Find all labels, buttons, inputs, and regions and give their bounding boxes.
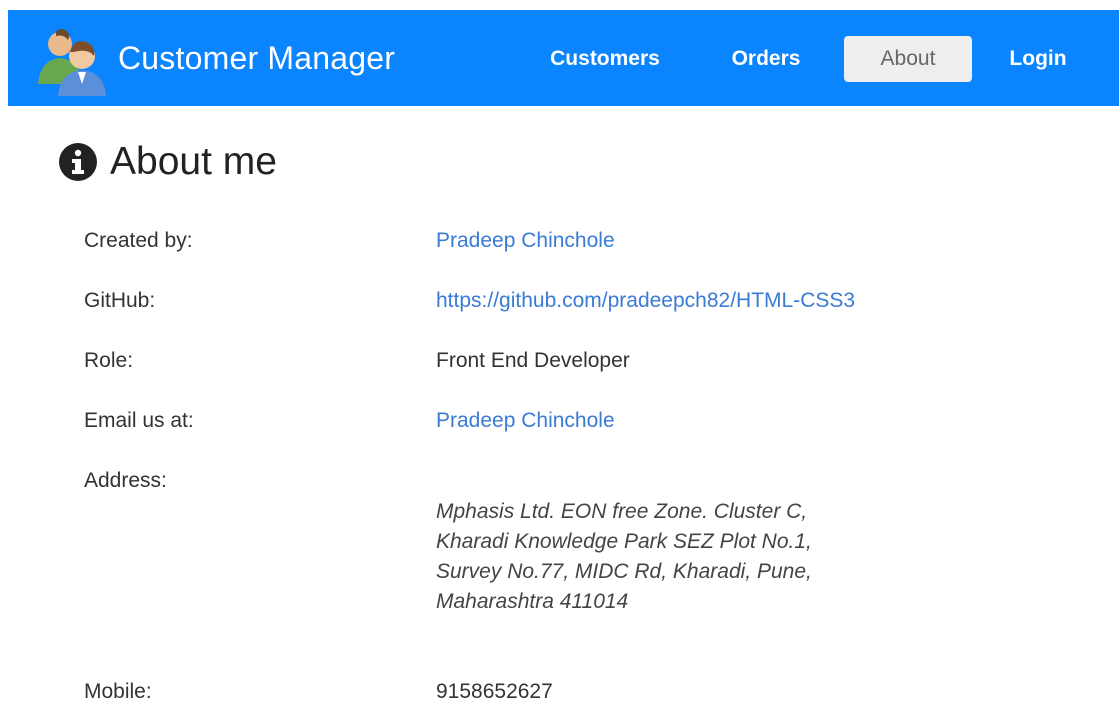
page-heading: About me: [58, 134, 277, 190]
address-label: Address:: [84, 469, 167, 492]
info-circle-icon: [59, 143, 97, 181]
address-value: Mphasis Ltd. EON free Zone. Cluster C, K…: [436, 497, 956, 617]
nav-customers[interactable]: Customers: [528, 36, 682, 82]
users-icon: [38, 29, 106, 96]
app-title: Customer Manager: [118, 40, 396, 76]
nav-login[interactable]: Login: [994, 36, 1082, 82]
top-navbar: Customer Manager Customers Orders About …: [8, 10, 1119, 106]
nav-orders[interactable]: Orders: [716, 36, 816, 82]
page: Customer Manager Customers Orders About …: [0, 0, 1119, 702]
created-by-label: Created by:: [84, 229, 193, 252]
brand-link[interactable]: Customer Manager: [30, 29, 395, 96]
nav-about[interactable]: About: [844, 36, 972, 82]
address-line: Kharadi Knowledge Park SEZ Plot No.1,: [436, 530, 812, 553]
role-label: Role:: [84, 349, 134, 372]
address-line: Maharashtra 411014: [436, 590, 629, 613]
mobile-label: Mobile:: [84, 680, 152, 702]
email-link[interactable]: Pradeep Chinchole: [436, 409, 615, 433]
github-link[interactable]: https://github.com/pradeepch82/HTML-CSS3: [436, 289, 855, 313]
created-by-link[interactable]: Pradeep Chinchole: [436, 229, 615, 253]
address-line: Survey No.77, MIDC Rd, Kharadi, Pune,: [436, 560, 812, 583]
email-label: Email us at:: [84, 409, 194, 432]
address-line: Mphasis Ltd. EON free Zone. Cluster C,: [436, 500, 808, 523]
role-value: Front End Developer: [436, 349, 630, 372]
github-label: GitHub:: [84, 289, 156, 312]
mobile-value: 9158652627: [436, 680, 553, 702]
page-title: About me: [110, 140, 277, 183]
